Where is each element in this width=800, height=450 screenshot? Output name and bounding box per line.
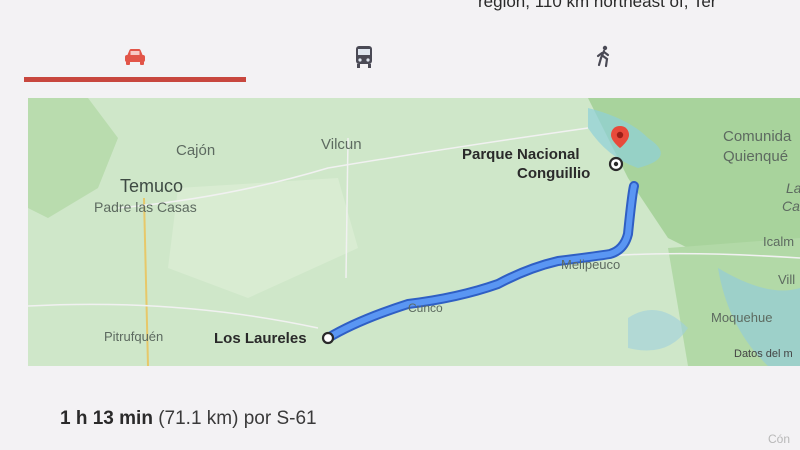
place-description: región, 110 km northeast of, Ter: [478, 0, 717, 11]
place-label-cajon: Cajón: [176, 142, 216, 159]
place-label-temuco: Temuco: [120, 176, 184, 196]
place-label-quienque: Quienqué: [723, 148, 789, 165]
place-label-vilcun: Vilcun: [321, 136, 362, 153]
bus-icon: [356, 46, 372, 68]
location-pin-icon[interactable]: [610, 126, 630, 154]
place-label-cunco: Cunco: [408, 301, 443, 315]
place-label-padre-las-casas: Padre las Casas: [94, 199, 197, 215]
place-label-ca: Ca: [782, 198, 800, 214]
destination-label-line1: Parque Nacional: [462, 146, 580, 163]
map-view[interactable]: Cajón Vilcun Temuco Padre las Casas Pitr…: [28, 98, 800, 366]
place-label-moquehue: Moquehue: [711, 310, 773, 325]
origin-label: Los Laureles: [214, 330, 307, 347]
place-label-la: La: [786, 180, 800, 196]
selected-tab-indicator: [24, 77, 246, 82]
walking-icon: [596, 45, 610, 68]
place-label-icalma: Icalm: [763, 234, 795, 249]
place-label-comunidad: Comunida: [723, 128, 792, 145]
place-label-pitrufquen: Pitrufquén: [104, 329, 164, 344]
tab-walking[interactable]: [544, 30, 664, 84]
place-label-vill: Vill: [778, 272, 796, 287]
destination-marker[interactable]: [608, 156, 624, 172]
tab-driving[interactable]: [24, 30, 246, 84]
route-line: [323, 181, 639, 343]
route-summary: 1 h 13 min (71.1 km) por S-61: [60, 408, 317, 430]
corner-text: Cón: [768, 432, 791, 446]
route-distance: (71.1 km): [158, 408, 239, 429]
map-attribution[interactable]: Datos del m: [734, 348, 793, 360]
origin-marker[interactable]: [321, 331, 335, 345]
route-duration: 1 h 13 min: [60, 408, 153, 429]
car-icon: [125, 49, 145, 65]
travel-mode-tabs: [24, 30, 764, 84]
place-label-melipeuco: Melipeuco: [561, 257, 621, 272]
destination-label-line2: Conguillio: [517, 165, 591, 182]
tab-transit[interactable]: [304, 30, 424, 84]
route-via: por S-61: [243, 408, 317, 429]
